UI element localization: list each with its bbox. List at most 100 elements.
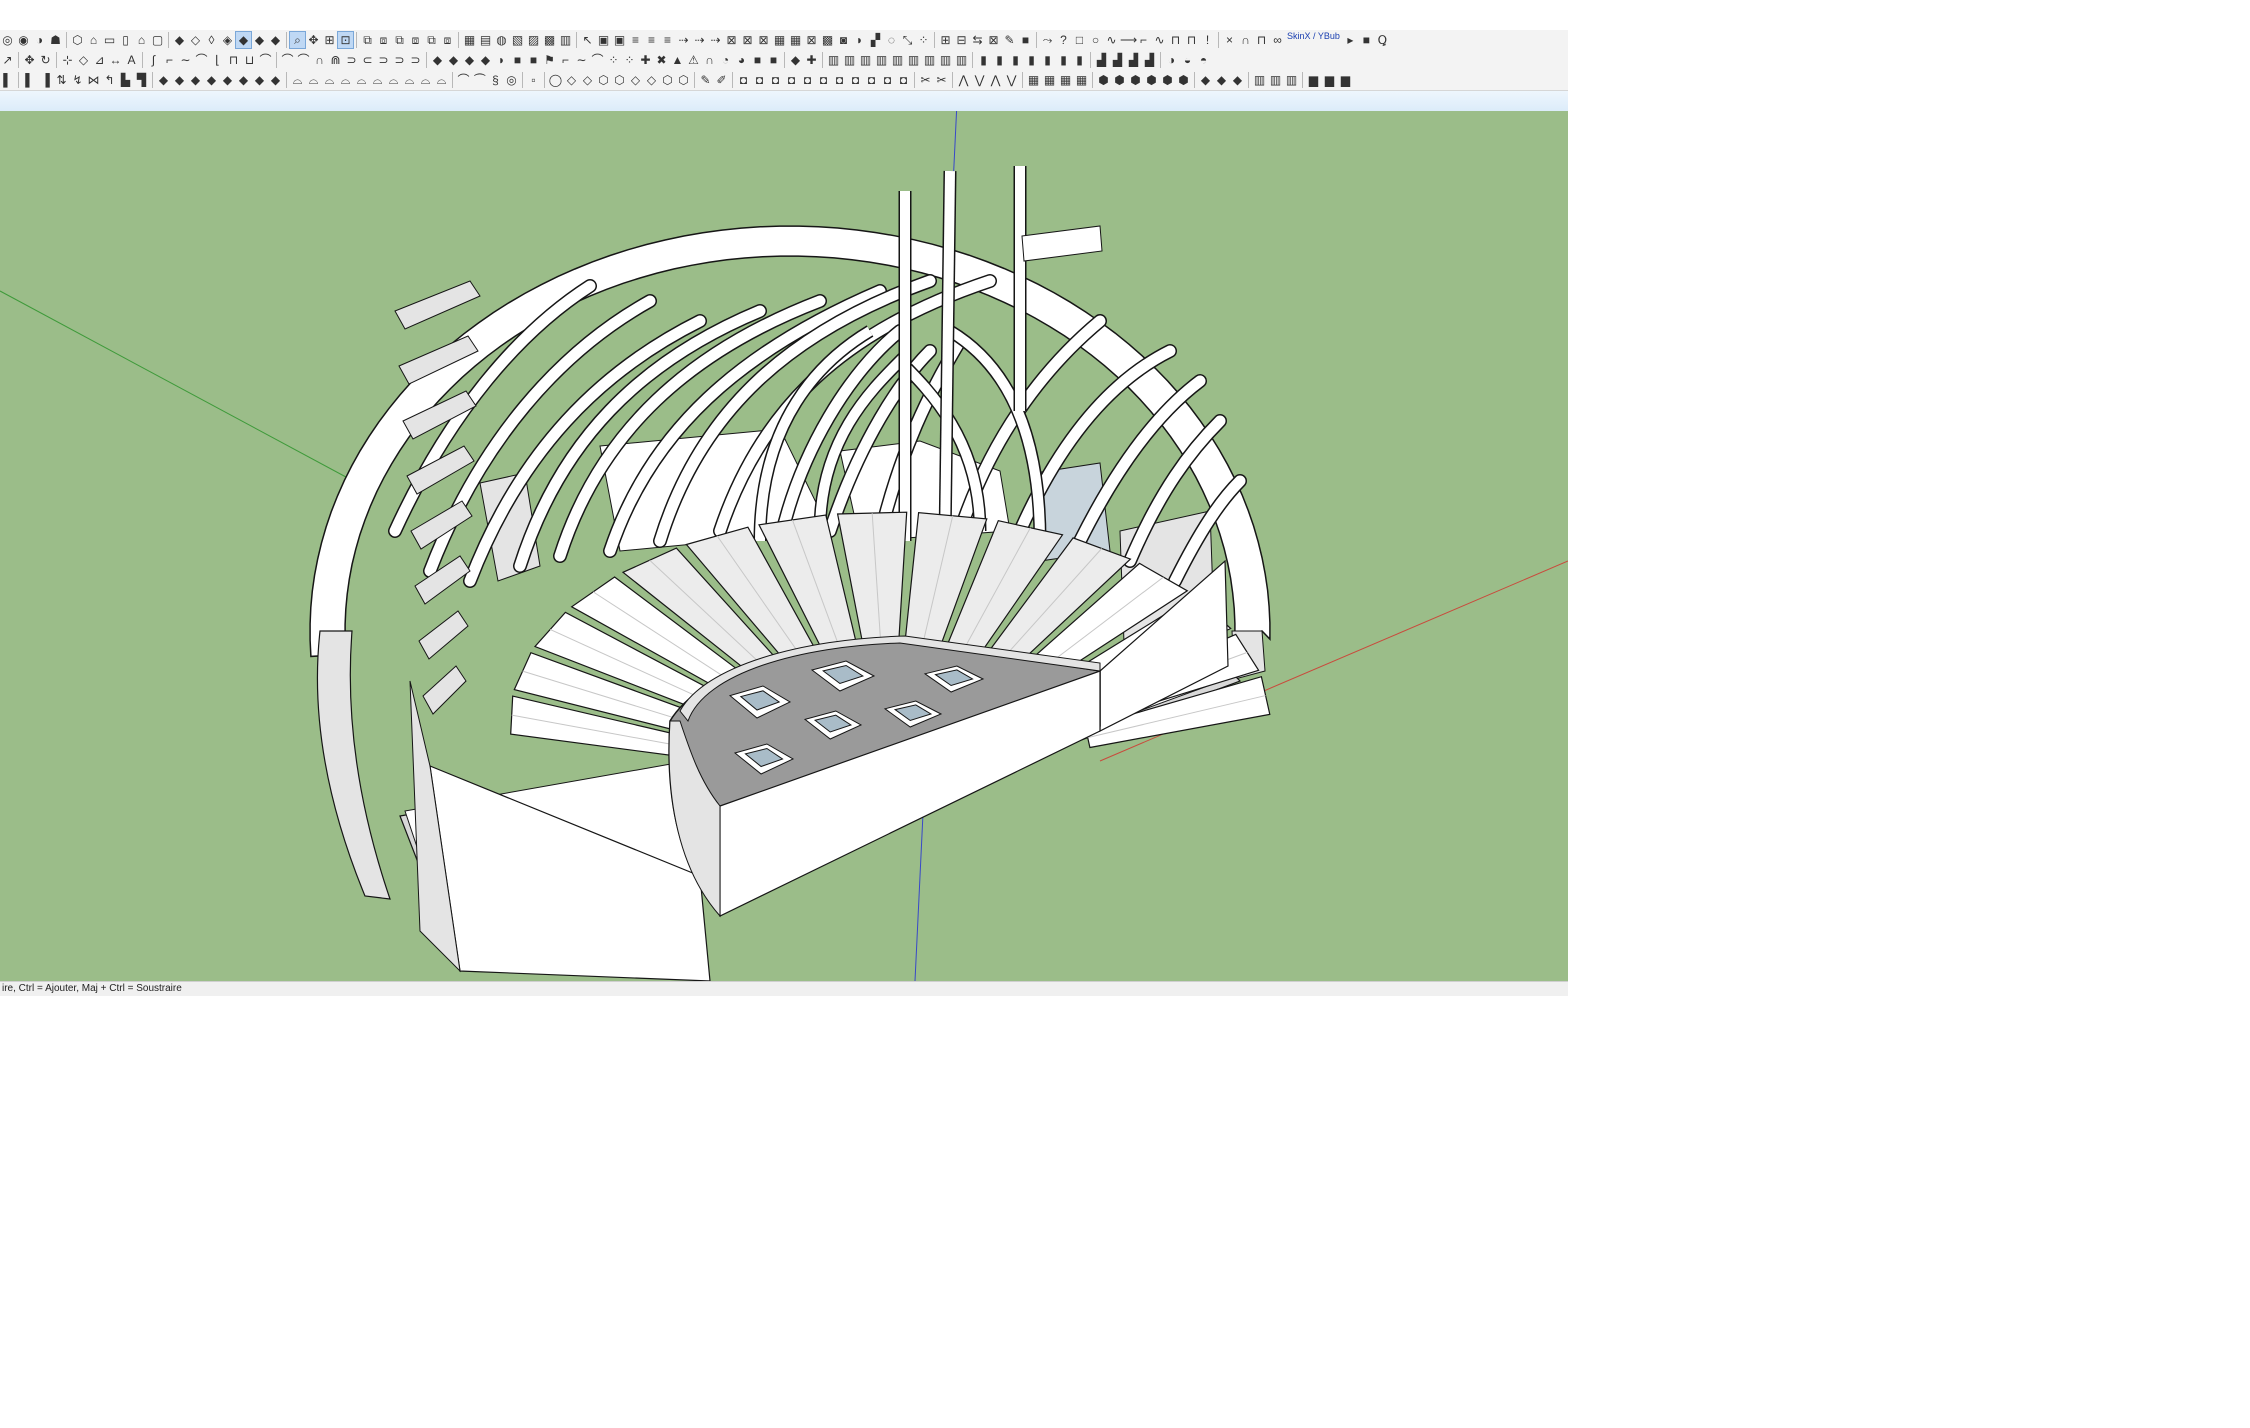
pillar-g-icon[interactable]: ▮ [1072, 52, 1087, 68]
pipe-b-icon[interactable]: ∼ [574, 52, 589, 68]
hidden-line-icon[interactable]: ◈ [220, 32, 235, 48]
fence-c-icon[interactable]: ▥ [858, 52, 873, 68]
green-x-icon[interactable]: ✖ [654, 52, 669, 68]
window-icon[interactable]: ⊟ [954, 32, 969, 48]
arch-icon[interactable]: ∩ [1238, 32, 1253, 48]
curve-b-icon[interactable]: ⌒ [296, 52, 311, 68]
shell-b-icon[interactable]: ⌓ [306, 72, 321, 88]
lock-g-icon[interactable]: ◘ [832, 72, 847, 88]
shell-j-icon[interactable]: ⌓ [434, 72, 449, 88]
pillar-b-icon[interactable]: ▮ [992, 52, 1007, 68]
fence-g-icon[interactable]: ▥ [922, 52, 937, 68]
lock-k-icon[interactable]: ◘ [896, 72, 911, 88]
lock-b-icon[interactable]: ◘ [752, 72, 767, 88]
lock-a-icon[interactable]: ◘ [736, 72, 751, 88]
green-line-icon[interactable]: ⟶ [1120, 32, 1137, 48]
fence-e-icon[interactable]: ▥ [890, 52, 905, 68]
lock-j-icon[interactable]: ◘ [880, 72, 895, 88]
pan-icon[interactable]: ✥ [306, 32, 321, 48]
stair-b-icon[interactable]: ▟ [1110, 52, 1125, 68]
image-icon[interactable]: ▩ [820, 32, 835, 48]
bowtie-icon[interactable]: ⋈ [86, 72, 101, 88]
lock-f-icon[interactable]: ◘ [816, 72, 831, 88]
chart-b-icon[interactable]: ▆ [1322, 72, 1337, 88]
dots-a-icon[interactable]: ⁘ [606, 52, 621, 68]
curve-j-icon[interactable]: ⌒ [590, 52, 605, 68]
blue-solid-c-icon[interactable]: ◆ [462, 52, 477, 68]
tool-b-icon[interactable]: ✂ [934, 72, 949, 88]
shaded-textures-icon[interactable]: ◆ [252, 32, 267, 48]
play-icon[interactable]: ▸ [1343, 32, 1358, 48]
fence-f-icon[interactable]: ▥ [906, 52, 921, 68]
zoom-icon[interactable]: ⌕ [289, 31, 306, 49]
edit-icon[interactable]: ✎ [1002, 32, 1017, 48]
shell-d-icon[interactable]: ⌓ [338, 72, 353, 88]
grid-d-icon[interactable]: ▦ [1074, 72, 1089, 88]
target-icon[interactable]: ◎ [504, 72, 519, 88]
shell-g-icon[interactable]: ⌓ [386, 72, 401, 88]
walk-icon[interactable]: ☗ [48, 32, 63, 48]
sandbox-icon[interactable]: ▦ [462, 32, 477, 48]
monochrome-icon[interactable]: ◆ [268, 32, 283, 48]
stair-d-icon[interactable]: ▟ [1142, 52, 1157, 68]
bezier-icon[interactable]: ∫ [146, 52, 161, 68]
gem-b-icon[interactable]: ◆ [172, 72, 187, 88]
axes-icon[interactable]: ⊿ [92, 52, 107, 68]
box-a-icon[interactable]: ⬡ [596, 72, 611, 88]
lock-d-icon[interactable]: ◘ [784, 72, 799, 88]
updown-icon[interactable]: ⇅ [54, 72, 69, 88]
protractor-icon[interactable]: ◇ [76, 52, 91, 68]
pipe-icon[interactable]: ⌐ [558, 52, 573, 68]
scale-icon[interactable]: ⤡ [900, 32, 915, 48]
curve-h-icon[interactable]: ⊃ [392, 52, 407, 68]
close-box-icon[interactable]: ⊠ [986, 32, 1001, 48]
pillar-d-icon[interactable]: ▮ [1024, 52, 1039, 68]
camera-icon[interactable]: ◙ [836, 32, 851, 48]
gem-e-icon[interactable]: ◆ [220, 72, 235, 88]
blue-a-icon[interactable]: ▌ [22, 72, 37, 88]
terrain-icon[interactable]: ▤ [478, 32, 493, 48]
freehand-icon[interactable]: ∼ [178, 52, 193, 68]
plane-c-icon[interactable]: ◆ [1230, 72, 1245, 88]
paint-b-icon[interactable]: ✐ [714, 72, 729, 88]
look-around-icon[interactable]: ◉ [16, 32, 31, 48]
smoove-icon[interactable]: ▨ [526, 32, 541, 48]
component-icon[interactable]: ▣ [612, 32, 627, 48]
triangle-icon[interactable]: ▲ [670, 52, 685, 68]
right-view-icon[interactable]: ▯ [118, 32, 133, 48]
blue-solid-d-icon[interactable]: ◆ [478, 52, 493, 68]
render-a-icon[interactable]: ◑ [1164, 52, 1179, 68]
arc-b-icon[interactable]: ⏜ [472, 72, 487, 88]
gem-a-icon[interactable]: ◆ [156, 72, 171, 88]
back-edges-icon[interactable]: ◇ [188, 32, 203, 48]
box-b-icon[interactable]: ⬡ [612, 72, 627, 88]
render-b-icon[interactable]: ◒ [1180, 52, 1195, 68]
step-line-icon[interactable]: ⌐ [1136, 32, 1151, 48]
offset-icon[interactable]: ⊓ [226, 52, 241, 68]
link-icon[interactable]: ↯ [70, 72, 85, 88]
chart-c-icon[interactable]: ▆ [1338, 72, 1353, 88]
box-d-icon[interactable]: ⬡ [676, 72, 691, 88]
skinx-label[interactable]: SkinX / YBub [1287, 31, 1340, 41]
stair-c-icon[interactable]: ▟ [1126, 52, 1141, 68]
chart-icon[interactable]: ▆ [1306, 72, 1321, 88]
split-icon[interactable]: ⇆ [970, 32, 985, 48]
stamp-icon[interactable]: ◍ [494, 32, 509, 48]
flag-icon[interactable]: ⚑ [542, 52, 557, 68]
orbit-icon[interactable]: ◎ [0, 32, 15, 48]
shaded-icon[interactable]: ◆ [235, 31, 252, 49]
fence-a-icon[interactable]: ▥ [826, 52, 841, 68]
pink-a-icon[interactable]: ▙ [118, 72, 133, 88]
red-square-icon[interactable]: ■ [510, 52, 525, 68]
grid-a-icon[interactable]: ▦ [1026, 72, 1041, 88]
cube-e-icon[interactable]: ⬢ [1160, 72, 1175, 88]
orange-square-icon[interactable]: ■ [750, 52, 765, 68]
spring-icon[interactable]: § [488, 72, 503, 88]
eye-icon[interactable]: ◑ [32, 32, 47, 48]
diamond-b-icon[interactable]: ◇ [580, 72, 595, 88]
zig-c-icon[interactable]: ⋀ [988, 72, 1003, 88]
wave-icon[interactable]: ∿ [1104, 32, 1119, 48]
diamond-a-icon[interactable]: ◇ [564, 72, 579, 88]
bars-b-icon[interactable]: ▥ [1268, 72, 1283, 88]
back-view-icon[interactable]: ⌂ [134, 32, 149, 48]
